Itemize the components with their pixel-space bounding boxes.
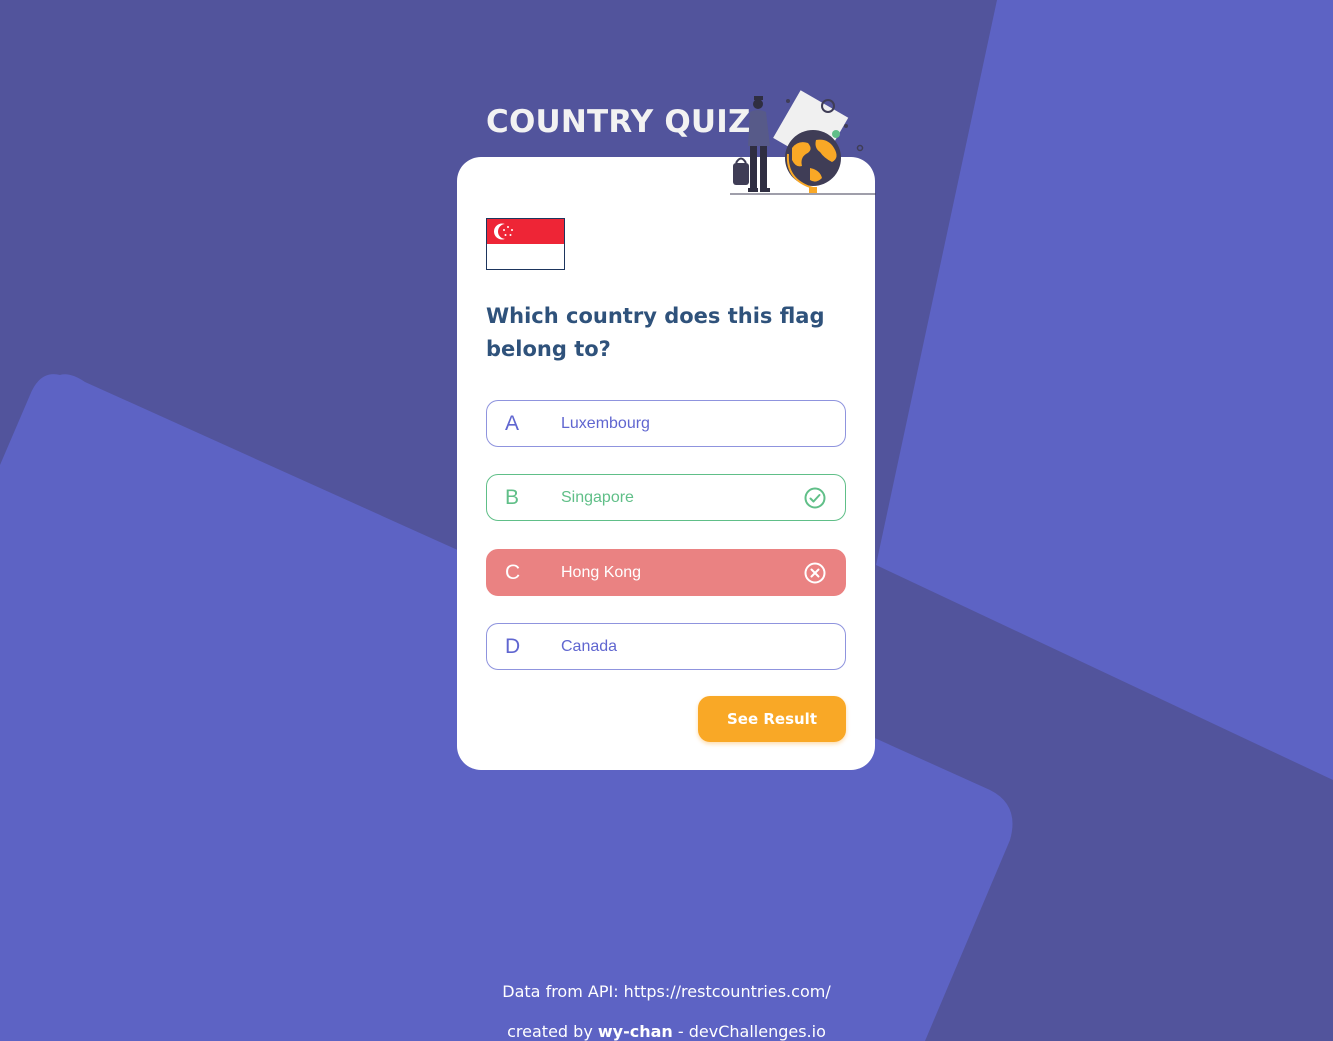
option-label: Singapore (561, 489, 634, 506)
devchallenges-suffix: - devChallenges.io (677, 1022, 826, 1041)
singapore-flag-icon (487, 219, 564, 269)
app-title: COUNTRY QUIZ (486, 104, 751, 140)
option-c[interactable]: C Hong Kong (486, 549, 846, 596)
option-letter: D (505, 635, 521, 658)
check-circle-icon (804, 487, 826, 509)
question-text: Which country does this flag belong to? (486, 304, 825, 361)
author-link[interactable]: wy-chan (598, 1022, 673, 1041)
option-label: Luxembourg (561, 415, 650, 432)
x-circle-icon (804, 562, 826, 584)
created-by-prefix: created by (507, 1022, 593, 1041)
traveler-globe-illustration (730, 90, 876, 195)
api-credit-text: Data from API: https://restcountries.com… (502, 982, 831, 1001)
option-letter: B (505, 486, 520, 509)
option-d[interactable]: D Canada (486, 623, 846, 670)
footer-api: Data from API: https://restcountries.com… (0, 982, 1333, 1001)
footer-credits: created by wy-chan - devChallenges.io (0, 1022, 1333, 1041)
option-label: Canada (561, 638, 618, 655)
header: COUNTRY QUIZ (486, 104, 751, 144)
see-result-button[interactable]: See Result (698, 696, 846, 742)
option-b[interactable]: B Singapore (486, 474, 846, 521)
option-letter: A (505, 412, 520, 435)
option-letter: C (505, 561, 521, 584)
option-a[interactable]: A Luxembourg (486, 400, 846, 447)
option-label: Hong Kong (561, 564, 642, 581)
country-flag (486, 218, 565, 270)
